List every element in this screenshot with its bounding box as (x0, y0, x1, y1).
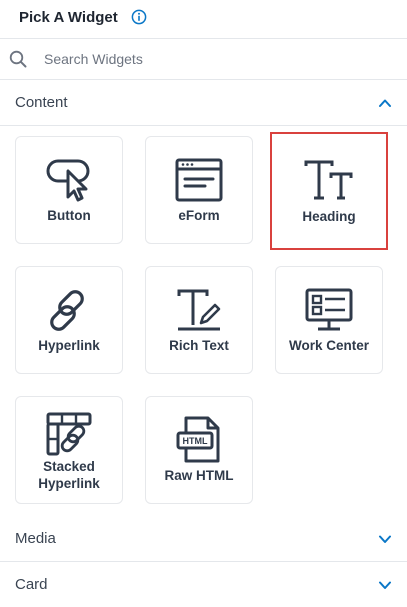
panel-title: Pick A Widget (19, 9, 118, 26)
search-bar (0, 39, 407, 80)
html-file-icon: HTML (176, 416, 220, 463)
search-icon (9, 50, 27, 68)
widget-hyperlink[interactable]: Hyperlink (15, 266, 123, 374)
pointer-button-icon (46, 159, 90, 202)
chevron-up-icon[interactable] (378, 96, 392, 110)
widget-stacked-hyperlink[interactable]: Stacked Hyperlink (15, 396, 123, 504)
section-content-header[interactable]: Content (0, 81, 407, 126)
widget-eform[interactable]: eForm (145, 136, 253, 244)
section-card-header[interactable]: Card (0, 563, 407, 607)
widget-raw-html[interactable]: HTML Raw HTML (145, 396, 253, 504)
widget-heading[interactable]: Heading (270, 132, 388, 250)
chevron-down-icon[interactable] (378, 532, 392, 546)
widget-label: Button (47, 208, 91, 223)
widget-label: Rich Text (169, 338, 229, 353)
text-pencil-icon (177, 289, 221, 331)
section-label: Card (15, 576, 48, 593)
info-icon[interactable] (131, 9, 147, 25)
stacked-link-icon (46, 412, 92, 456)
widget-label: Heading (302, 209, 356, 224)
widget-label: Hyperlink (38, 338, 100, 353)
widget-work-center[interactable]: Work Center (275, 266, 383, 374)
chain-link-icon (50, 290, 84, 331)
widget-label: Raw HTML (164, 468, 234, 483)
svg-text:HTML: HTML (183, 436, 208, 446)
widget-label: Work Center (288, 338, 370, 353)
section-label: Content (15, 94, 68, 111)
widget-button[interactable]: Button (15, 136, 123, 244)
panel-header: Pick A Widget (0, 0, 407, 39)
widget-label: eForm (178, 208, 220, 223)
widget-rich-text[interactable]: Rich Text (145, 266, 253, 374)
heading-tt-icon (304, 160, 353, 200)
search-input[interactable] (44, 49, 384, 69)
form-window-icon (175, 158, 223, 202)
chevron-down-icon[interactable] (378, 578, 392, 592)
section-media-header[interactable]: Media (0, 517, 407, 562)
section-label: Media (15, 530, 56, 547)
monitor-list-icon (305, 288, 353, 331)
widget-label: Stacked Hyperlink (38, 459, 100, 491)
